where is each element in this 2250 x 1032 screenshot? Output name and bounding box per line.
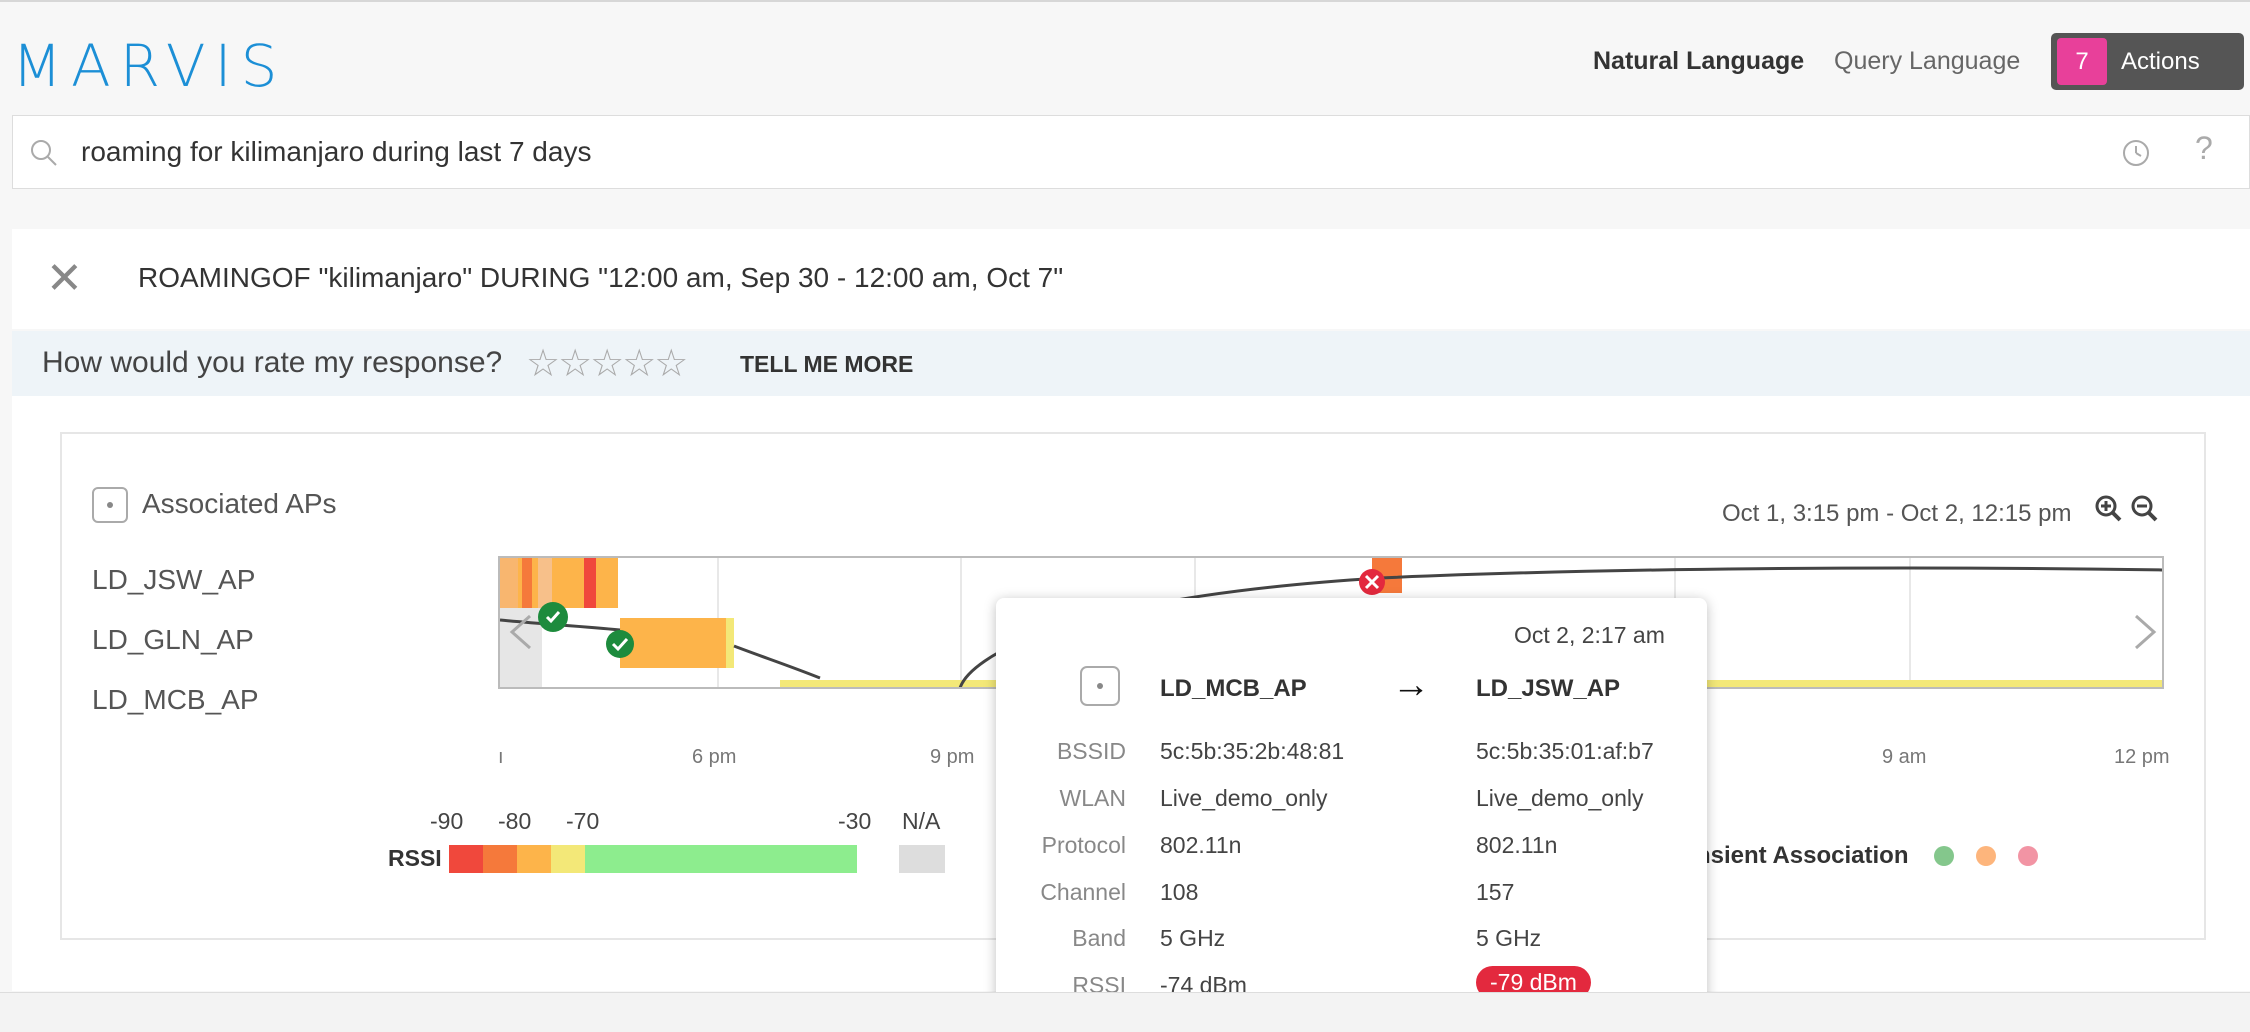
query-result-header: ✕ ROAMINGOF "kilimanjaro" DURING "12:00 … <box>12 229 2250 329</box>
rating-question: How would you rate my response? <box>42 346 503 379</box>
ap-label-jsw: LD_JSW_AP <box>92 564 256 595</box>
tooltip-key: BSSID <box>1056 738 1126 764</box>
query-string: ROAMINGOF "kilimanjaro" DURING "12:00 am… <box>138 262 1064 293</box>
tooltip-to-value: 802.11n <box>1476 832 1558 858</box>
tooltip-to-ap: LD_JSW_AP <box>1476 675 1621 702</box>
zoom-in-icon[interactable] <box>2094 494 2124 524</box>
rssi-color-red <box>449 845 483 873</box>
header-bar: MARVIS Natural Language Query Language 7… <box>0 0 2250 115</box>
tooltip-key: WLAN <box>1059 785 1126 811</box>
actions-count-badge: 7 <box>2057 38 2107 85</box>
time-range: Oct 1, 3:15 pm - Oct 2, 12:15 pm <box>1722 500 2072 527</box>
history-clock-icon[interactable] <box>2121 138 2151 168</box>
rssi-value: -70 <box>566 808 600 834</box>
rssi-color-green <box>585 845 857 873</box>
time-tick-9am: 9 am <box>1882 746 1927 768</box>
tooltip-key: Band <box>1072 925 1126 951</box>
search-input[interactable]: roaming for kilimanjaro during last 7 da… <box>81 136 591 168</box>
rssi-color-na <box>899 845 945 873</box>
tooltip-from-ap: LD_MCB_AP <box>1160 675 1307 702</box>
ap-label-gln: LD_GLN_AP <box>92 624 254 655</box>
rating-stars[interactable]: ☆☆☆☆☆ <box>526 341 688 386</box>
card-title: Associated APs <box>142 488 337 519</box>
access-point-icon <box>92 487 128 523</box>
arrow-right-icon: → <box>1392 664 1430 706</box>
tooltip-from-value: 802.11n <box>1160 832 1242 858</box>
tooltip-to-value: 5 GHz <box>1476 925 1542 951</box>
legend-dot-green <box>1934 846 1954 866</box>
roam-details-tooltip: Oct 2, 2:17 am LD_MCB_AP → LD_JSW_AP BSS… <box>996 598 1707 1026</box>
natural-language-tab[interactable]: Natural Language <box>1593 47 1804 76</box>
search-icon <box>31 140 57 166</box>
zoom-out-icon[interactable] <box>2130 494 2160 524</box>
rssi-legend-title: RSSI <box>388 845 442 871</box>
rssi-color-amber <box>517 845 551 873</box>
bottom-strip <box>0 992 2250 1032</box>
close-icon[interactable]: ✕ <box>46 257 83 301</box>
tooltip-from-value: 5 GHz <box>1160 925 1226 951</box>
tooltip-key: Protocol <box>1041 832 1126 858</box>
tooltip-key: Channel <box>1040 879 1126 905</box>
access-point-icon <box>1080 666 1120 706</box>
time-tick-6pm: 6 pm <box>692 746 737 768</box>
actions-label: Actions <box>2121 48 2200 75</box>
time-tick-9pm: 9 pm <box>930 746 975 768</box>
time-tick-12pm: 12 pm <box>2114 746 2170 768</box>
time-tick-start: ı <box>498 746 504 768</box>
tooltip-date: Oct 2, 2:17 am <box>1514 622 1665 648</box>
legend-dot-orange <box>1976 846 1996 866</box>
search-bar[interactable]: roaming for kilimanjaro during last 7 da… <box>12 115 2250 189</box>
rssi-color-orange <box>483 845 517 873</box>
tooltip-from-value: 108 <box>1160 879 1199 905</box>
rssi-value: -30 <box>838 808 872 834</box>
marvis-logo: MARVIS <box>12 32 287 100</box>
tooltip-to-value: 5c:5b:35:01:af:b7 <box>1476 738 1654 764</box>
tooltip-to-value: Live_demo_only <box>1476 785 1644 811</box>
tooltip-from-value: Live_demo_only <box>1160 785 1328 811</box>
tooltip-to-value: 157 <box>1476 879 1515 905</box>
actions-button[interactable]: 7 Actions <box>2051 33 2244 90</box>
legend-dot-pink <box>2018 846 2038 866</box>
rssi-value: -90 <box>430 808 464 834</box>
tell-me-more-link[interactable]: TELL ME MORE <box>740 351 913 378</box>
help-icon[interactable]: ? <box>2195 130 2213 167</box>
tooltip-from-value: 5c:5b:35:2b:48:81 <box>1160 738 1345 764</box>
transient-association-label: nsient Association <box>1696 842 1909 869</box>
ap-label-mcb: LD_MCB_AP <box>92 684 259 715</box>
check-icon <box>545 611 561 624</box>
rating-bar: How would you rate my response? ☆☆☆☆☆ TE… <box>12 331 2250 396</box>
rssi-value: -80 <box>498 808 532 834</box>
rssi-color-yellow <box>551 845 585 873</box>
rssi-na: N/A <box>902 808 941 834</box>
query-language-tab[interactable]: Query Language <box>1834 47 2020 76</box>
